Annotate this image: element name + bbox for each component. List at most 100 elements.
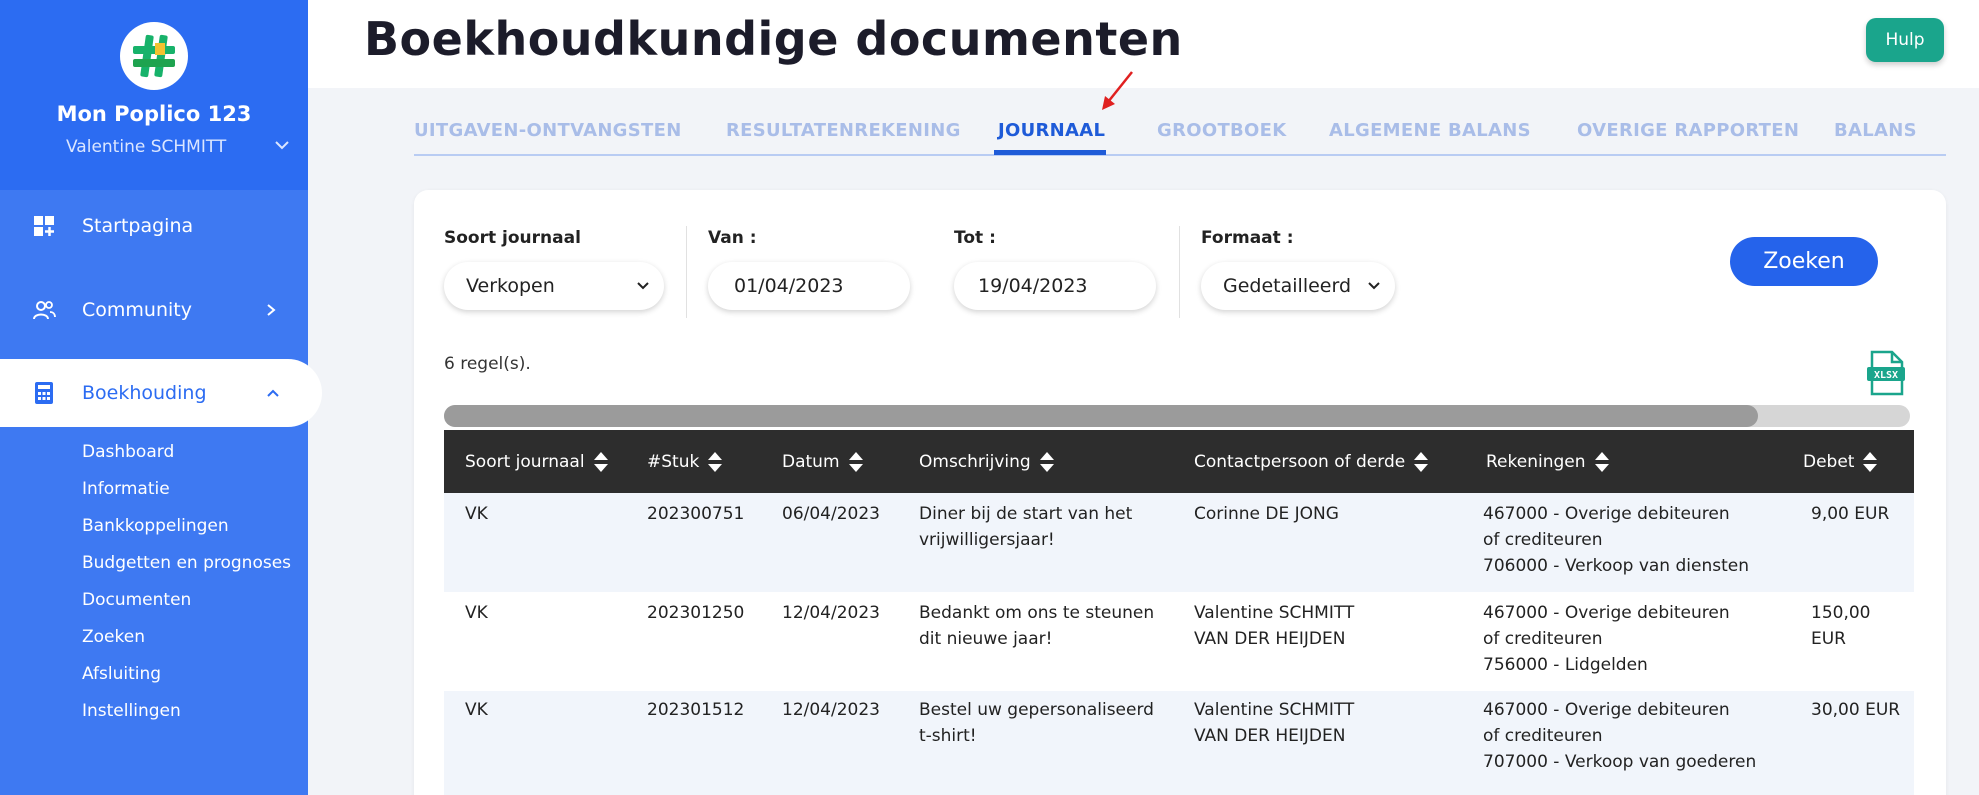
table-row[interactable]: VK 202301512 12/04/2023 Bestel uw gepers… (444, 691, 1914, 795)
sub-item-dashboard[interactable]: Dashboard (82, 442, 174, 462)
cell-account-line: 756000 - Lidgelden (1483, 655, 1648, 675)
nav-label: Startpagina (82, 215, 194, 237)
column-header-label: Omschrijving (919, 451, 1031, 472)
tab-grootboek[interactable]: GROOTBOEK (1157, 120, 1286, 141)
cell-description-line: t-shirt! (919, 726, 977, 746)
column-header-label: Contactpersoon of derde (1194, 451, 1406, 472)
sub-item-informatie[interactable]: Informatie (82, 479, 170, 499)
sub-item-budgetten[interactable]: Budgetten en prognoses (82, 553, 291, 573)
nav-label: Boekhouding (82, 382, 207, 404)
help-button[interactable]: Hulp (1866, 18, 1944, 62)
table-row[interactable]: VK 202301250 12/04/2023 Bedankt om ons t… (444, 592, 1914, 691)
cell-account-line: 707000 - Verkoop van goederen (1483, 752, 1757, 772)
cell-contact-line: VAN DER HEIJDEN (1194, 726, 1346, 746)
cell-account-line: 467000 - Overige debiteuren (1483, 504, 1730, 524)
cell-debit-line: 150,00 (1811, 603, 1871, 623)
active-tab-indicator (994, 150, 1106, 155)
sort-icon (1039, 451, 1054, 472)
cell-piece: 202301512 (647, 700, 745, 720)
cell-account-line: of crediteuren (1483, 726, 1603, 746)
cell-description-line: Bestel uw gepersonaliseerd (919, 700, 1154, 720)
cell-date: 12/04/2023 (782, 603, 880, 623)
format-label: Formaat : (1201, 228, 1294, 248)
column-header-label: Datum (782, 451, 840, 472)
cell-journal: VK (465, 504, 488, 524)
tab-uitgaven-ontvangsten[interactable]: UITGAVEN-ONTVANGSTEN (414, 120, 682, 141)
cell-piece: 202301250 (647, 603, 745, 623)
sort-icon (1594, 451, 1609, 472)
column-header-contactpersoon[interactable]: Contactpersoon of derde (1194, 430, 1429, 493)
cell-account-line: of crediteuren (1483, 629, 1603, 649)
journal-type-label: Soort journaal (444, 228, 581, 248)
sidebar: Mon Poplico 123 Valentine SCHMITT Startp… (0, 0, 322, 795)
annotation-arrow-icon (1102, 71, 1133, 110)
journal-type-value: Verkopen (466, 275, 555, 297)
search-button[interactable]: Zoeken (1730, 237, 1878, 286)
cell-piece: 202300751 (647, 504, 745, 524)
sub-item-zoeken[interactable]: Zoeken (82, 627, 145, 647)
filter-divider (1179, 226, 1180, 318)
sub-item-bankkoppelingen[interactable]: Bankkoppelingen (82, 516, 229, 536)
dashboard-plus-icon (34, 216, 54, 236)
app-logo[interactable] (120, 22, 188, 90)
nav-item-community[interactable]: Community (0, 276, 308, 344)
cell-description-line: dit nieuwe jaar! (919, 629, 1053, 649)
chevron-down-icon (637, 282, 649, 290)
nav-item-startpagina[interactable]: Startpagina (0, 192, 308, 260)
table-scrollbar-thumb[interactable] (444, 405, 1758, 427)
export-xlsx-button[interactable]: XLSX (1866, 350, 1906, 400)
cell-debit-line: 9,00 EUR (1811, 504, 1890, 524)
cell-description-line: Bedankt om ons te steunen (919, 603, 1155, 623)
user-name[interactable]: Valentine SCHMITT (66, 137, 226, 157)
organization-name: Mon Poplico 123 (56, 102, 252, 126)
table-row[interactable]: VK 202300751 06/04/2023 Diner bij de sta… (444, 493, 1914, 592)
sort-icon (593, 451, 608, 472)
sub-item-instellingen[interactable]: Instellingen (82, 701, 181, 721)
from-date-input[interactable]: 01/04/2023 (708, 262, 910, 310)
from-date-label: Van : (708, 228, 757, 248)
tab-resultatenrekening[interactable]: RESULTATENREKENING (726, 120, 961, 141)
column-header-omschrijving[interactable]: Omschrijving (919, 430, 1055, 493)
format-select[interactable]: Gedetailleerd (1201, 262, 1395, 310)
report-tabs: UITGAVEN-ONTVANGSTEN RESULTATENREKENING … (414, 110, 1946, 156)
cell-account-line: of crediteuren (1483, 530, 1603, 550)
cell-contact-line: VAN DER HEIJDEN (1194, 629, 1346, 649)
sub-item-afsluiting[interactable]: Afsluiting (82, 664, 161, 684)
tab-balans[interactable]: BALANS (1834, 120, 1917, 141)
chevron-down-icon (1368, 282, 1380, 290)
to-date-label: Tot : (954, 228, 996, 248)
column-header-label: Debet (1803, 451, 1855, 472)
filter-divider (686, 226, 687, 318)
cell-debit-line: 30,00 EUR (1811, 700, 1901, 720)
tab-algemene-balans[interactable]: ALGEMENE BALANS (1329, 120, 1531, 141)
column-header-label: Rekeningen (1486, 451, 1586, 472)
logo-hash-icon (133, 34, 175, 78)
sort-icon (848, 451, 863, 472)
cell-date: 12/04/2023 (782, 700, 880, 720)
column-header-label: #Stuk (647, 451, 700, 472)
chevron-down-icon[interactable] (274, 140, 290, 150)
cell-description-line: vrijwilligersjaar! (919, 530, 1055, 550)
column-header-debet[interactable]: Debet (1803, 430, 1878, 493)
cell-date: 06/04/2023 (782, 504, 880, 524)
column-header-rekeningen[interactable]: Rekeningen (1486, 430, 1610, 493)
users-icon (33, 301, 56, 320)
from-date-value: 01/04/2023 (734, 275, 844, 297)
cell-debit-line: EUR (1811, 629, 1846, 649)
cell-account-line: 467000 - Overige debiteuren (1483, 603, 1730, 623)
column-header-stuk[interactable]: #Stuk (647, 430, 723, 493)
sub-item-documenten[interactable]: Documenten (82, 590, 191, 610)
cell-account-line: 706000 - Verkoop van diensten (1483, 556, 1749, 576)
xlsx-file-icon: XLSX (1867, 350, 1905, 396)
tab-journaal[interactable]: JOURNAAL (998, 120, 1105, 141)
column-header-soort-journaal[interactable]: Soort journaal (465, 430, 609, 493)
nav-item-boekhouding[interactable]: Boekhouding (0, 359, 322, 427)
sort-icon (1863, 451, 1878, 472)
cell-account-line: 467000 - Overige debiteuren (1483, 700, 1730, 720)
column-header-datum[interactable]: Datum (782, 430, 864, 493)
journal-type-select[interactable]: Verkopen (444, 262, 664, 310)
tab-overige-rapporten[interactable]: OVERIGE RAPPORTEN (1577, 120, 1799, 141)
column-header-label: Soort journaal (465, 451, 585, 472)
to-date-input[interactable]: 19/04/2023 (954, 262, 1156, 310)
format-value: Gedetailleerd (1223, 275, 1352, 297)
